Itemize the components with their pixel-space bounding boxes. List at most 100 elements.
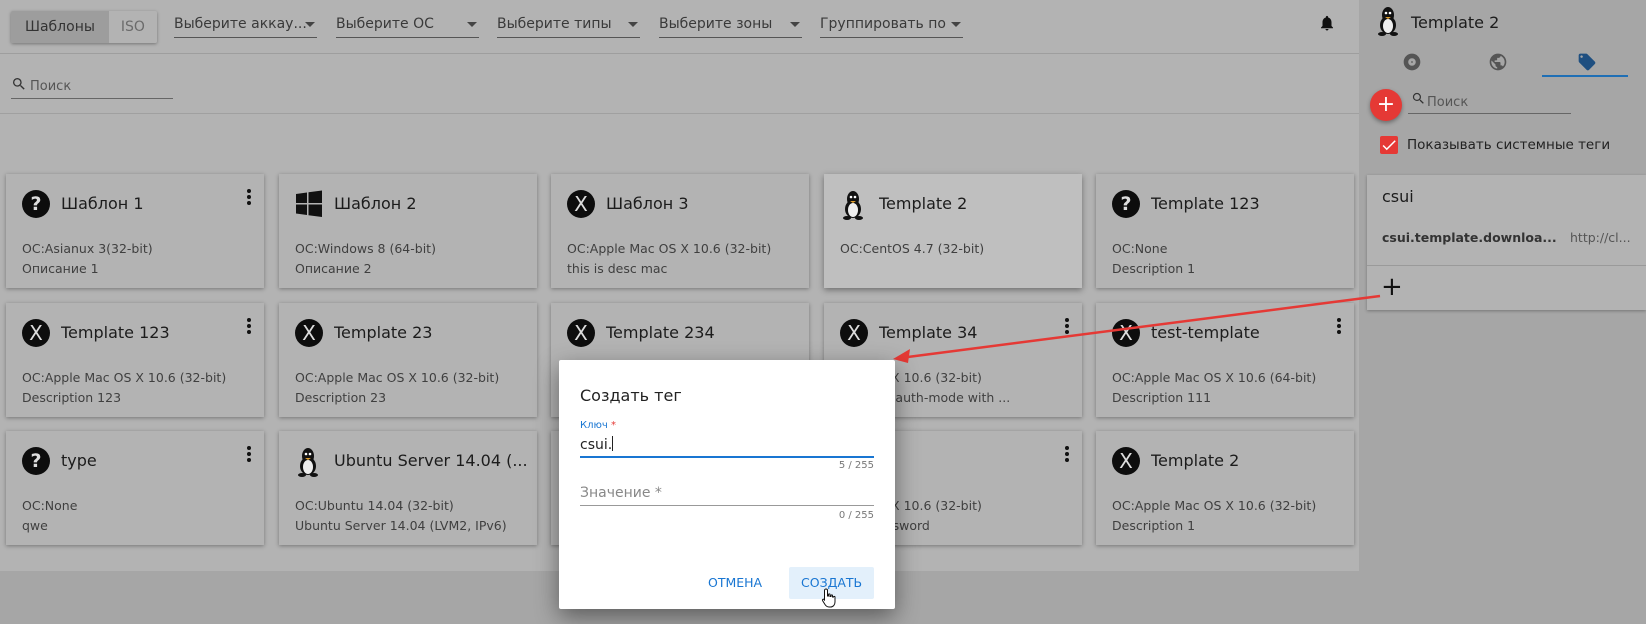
- create-tag-dialog: Создать тег Ключ * csui. 5 / 255 Значени…: [559, 360, 895, 609]
- account-select-value: Выберите аккау...: [174, 16, 307, 32]
- template-description: this is desc mac: [567, 261, 668, 276]
- key-field-label: Ключ *: [580, 420, 616, 431]
- template-title: Template 234: [606, 323, 715, 342]
- template-card[interactable]: X Шаблон 3 OC:Apple Mac OS X 10.6 (32-bit)…: [551, 174, 809, 288]
- value-field[interactable]: Значение *: [580, 482, 874, 506]
- tag-group-name: csui: [1382, 187, 1414, 206]
- divider: [1367, 265, 1646, 266]
- template-card[interactable]: Xtest-template OC:Apple Mac OS X 10.6 (64…: [1096, 303, 1354, 417]
- template-title: Шаблон 3: [606, 194, 689, 213]
- template-os: OC:Apple Mac OS X 10.6 (32-bit): [22, 370, 227, 385]
- template-description: Description 111: [1112, 390, 1212, 405]
- search-icon: [13, 78, 25, 90]
- template-os: OC:None: [22, 498, 78, 513]
- template-description: Description 1: [1112, 261, 1196, 276]
- template-card[interactable]: Шаблон 2 OC:Windows 8 (64-bit) Описание 2: [279, 174, 537, 288]
- key-field[interactable]: csui.: [580, 434, 874, 458]
- bell-icon[interactable]: [1318, 13, 1336, 33]
- toggle-templates[interactable]: Шаблоны: [11, 11, 109, 43]
- text-cursor: [612, 436, 614, 451]
- template-os: OC:Windows 8 (64-bit): [295, 241, 436, 256]
- chevron-down-icon: [790, 22, 800, 27]
- template-title: Шаблон 1: [61, 194, 144, 213]
- account-select[interactable]: Выберите аккау...: [174, 14, 317, 38]
- add-tag-button[interactable]: +: [1370, 89, 1402, 121]
- check-icon: [1382, 140, 1396, 151]
- template-description: Ubuntu Server 14.04 (LVM2, IPv6): [295, 518, 507, 533]
- template-card[interactable]: X Template 23 OC:Apple Mac OS X 10.6 (32-b…: [279, 303, 537, 417]
- template-card[interactable]: X Template 123 OC:Apple Mac OS X 10.6 (32-…: [6, 303, 264, 417]
- more-vert-icon[interactable]: [1064, 445, 1070, 463]
- toggle-iso[interactable]: ISO: [108, 11, 157, 43]
- os-select[interactable]: Выберите ОС: [336, 14, 479, 38]
- search-input[interactable]: Поиск: [11, 75, 173, 99]
- template-title: Template 123: [61, 323, 170, 342]
- question-icon: ?: [22, 447, 50, 475]
- divider: [0, 113, 1359, 114]
- tag-search-placeholder: Поиск: [1427, 95, 1469, 110]
- template-os: OC:Asianux 3(32-bit): [22, 241, 153, 256]
- template-description: Описание 2: [295, 261, 372, 276]
- more-vert-icon[interactable]: [246, 317, 252, 335]
- disc-icon: [1403, 53, 1421, 71]
- tag-key[interactable]: csui.template.downloa...: [1382, 230, 1557, 245]
- globe-icon: [1489, 53, 1507, 71]
- linux-icon: [1378, 7, 1398, 36]
- view-toggle: Шаблоны ISO: [11, 11, 157, 43]
- template-description: Описание 1: [22, 261, 99, 276]
- macos-x-icon: X: [295, 319, 323, 347]
- template-title: Template 2: [879, 194, 968, 213]
- more-vert-icon[interactable]: [246, 445, 252, 463]
- linux-icon: [295, 447, 323, 477]
- dialog-title: Создать тег: [580, 386, 682, 405]
- template-card[interactable]: Template 2 OC:CentOS 4.7 (32-bit): [824, 174, 1082, 288]
- value-counter: 0 / 255: [838, 510, 874, 521]
- os-select-value: Выберите ОС: [336, 16, 434, 32]
- active-tab-indicator: [1542, 75, 1628, 77]
- template-os: OC:CentOS 4.7 (32-bit): [840, 241, 985, 256]
- types-select[interactable]: Выберите типы: [497, 14, 640, 38]
- more-vert-icon[interactable]: [1064, 317, 1070, 335]
- zones-select-value: Выберите зоны: [659, 16, 773, 32]
- template-title: Template 23: [334, 323, 433, 342]
- zones-select[interactable]: Выберите зоны: [659, 14, 802, 38]
- cancel-button[interactable]: Отмена: [696, 567, 774, 599]
- show-system-tags-checkbox[interactable]: [1380, 136, 1398, 154]
- key-field-value: csui.: [580, 437, 613, 453]
- template-card[interactable]: ? Шаблон 1 OC:Asianux 3(32-bit) Описание 1: [6, 174, 264, 288]
- sidebar-header: Template 2: [1367, 4, 1646, 40]
- template-description: Description 23: [295, 390, 387, 405]
- tab-zones[interactable]: [1453, 44, 1539, 80]
- add-tag-to-group-button[interactable]: +: [1381, 272, 1403, 302]
- template-os: OC:None: [1112, 241, 1168, 256]
- search-icon: [1412, 92, 1424, 104]
- template-os: OC:Apple Mac OS X 10.6 (32-bit): [1112, 498, 1317, 513]
- macos-x-icon: X: [22, 319, 50, 347]
- more-vert-icon[interactable]: [1336, 317, 1342, 335]
- template-title: type: [61, 451, 97, 470]
- template-title: Template 34: [879, 323, 978, 342]
- template-title: test-template: [1151, 323, 1260, 342]
- tag-group-card: csui csui.template.downloa... http://cl.…: [1367, 175, 1646, 310]
- types-select-value: Выберите типы: [497, 16, 612, 32]
- tab-general[interactable]: [1367, 44, 1453, 80]
- template-card[interactable]: Ubuntu Server 14.04 (... OC:Ubuntu 14.04 …: [279, 431, 537, 545]
- template-title: Ubuntu Server 14.04 (...: [334, 451, 528, 470]
- more-vert-icon[interactable]: [246, 188, 252, 206]
- value-field-placeholder: Значение *: [580, 485, 662, 501]
- group-by-select[interactable]: Группировать по: [820, 14, 963, 38]
- template-card[interactable]: ? type OC:None qwe: [6, 431, 264, 545]
- linux-icon: [840, 190, 868, 220]
- show-system-tags-label: Показывать системные теги: [1407, 137, 1611, 153]
- template-card[interactable]: X Template 2 OC:Apple Mac OS X 10.6 (32-bi…: [1096, 431, 1354, 545]
- macos-x-icon: X: [1112, 447, 1140, 475]
- hand-cursor-icon: [821, 588, 836, 608]
- sidebar-title: Template 2: [1411, 13, 1500, 32]
- macos-x-icon: X: [840, 319, 868, 347]
- template-os: OC:Apple Mac OS X 10.6 (32-bit): [295, 370, 500, 385]
- tag-search-input[interactable]: Поиск: [1408, 89, 1571, 114]
- tag-value[interactable]: http://cl...: [1570, 230, 1640, 245]
- template-card[interactable]: ? Template 123 OC:None Description 1: [1096, 174, 1354, 288]
- chevron-down-icon: [305, 22, 315, 27]
- template-os: OC:Apple Mac OS X 10.6 (64-bit): [1112, 370, 1317, 385]
